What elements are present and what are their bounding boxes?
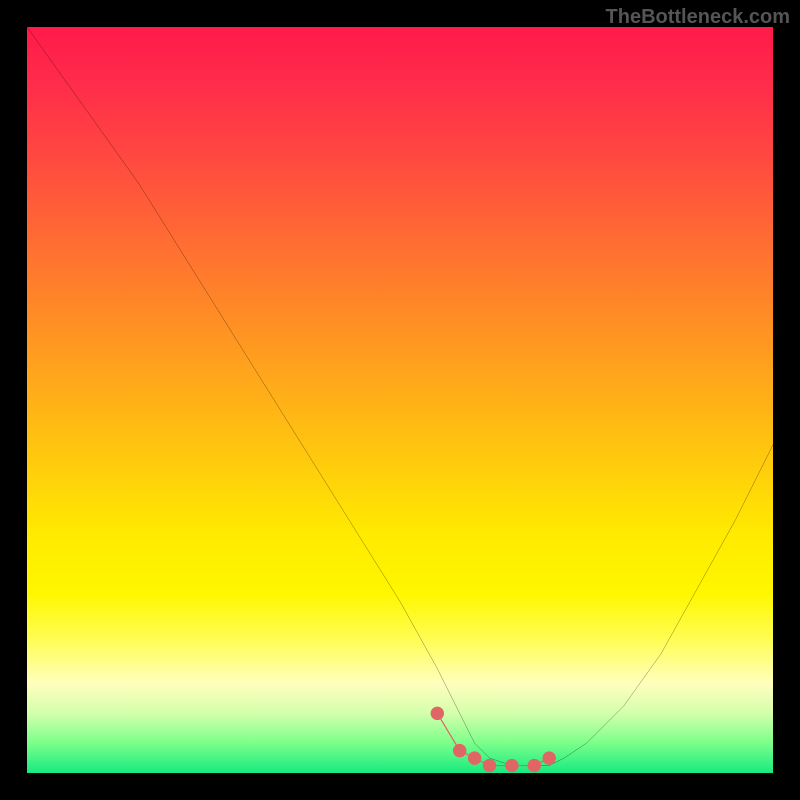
optimal-range-points [431, 707, 556, 773]
plot-area [27, 27, 773, 773]
optimal-range-highlight [437, 713, 549, 765]
bottleneck-curve-svg [27, 27, 773, 773]
highlight-point [431, 707, 444, 720]
highlight-point [528, 759, 541, 772]
highlight-point [468, 751, 481, 764]
watermark-text: TheBottleneck.com [606, 6, 790, 29]
chart-container: TheBottleneck.com [0, 0, 800, 800]
bottleneck-curve [27, 27, 773, 766]
highlight-point [542, 751, 555, 764]
highlight-point [505, 759, 518, 772]
highlight-point [453, 744, 466, 757]
highlight-point [483, 759, 496, 772]
